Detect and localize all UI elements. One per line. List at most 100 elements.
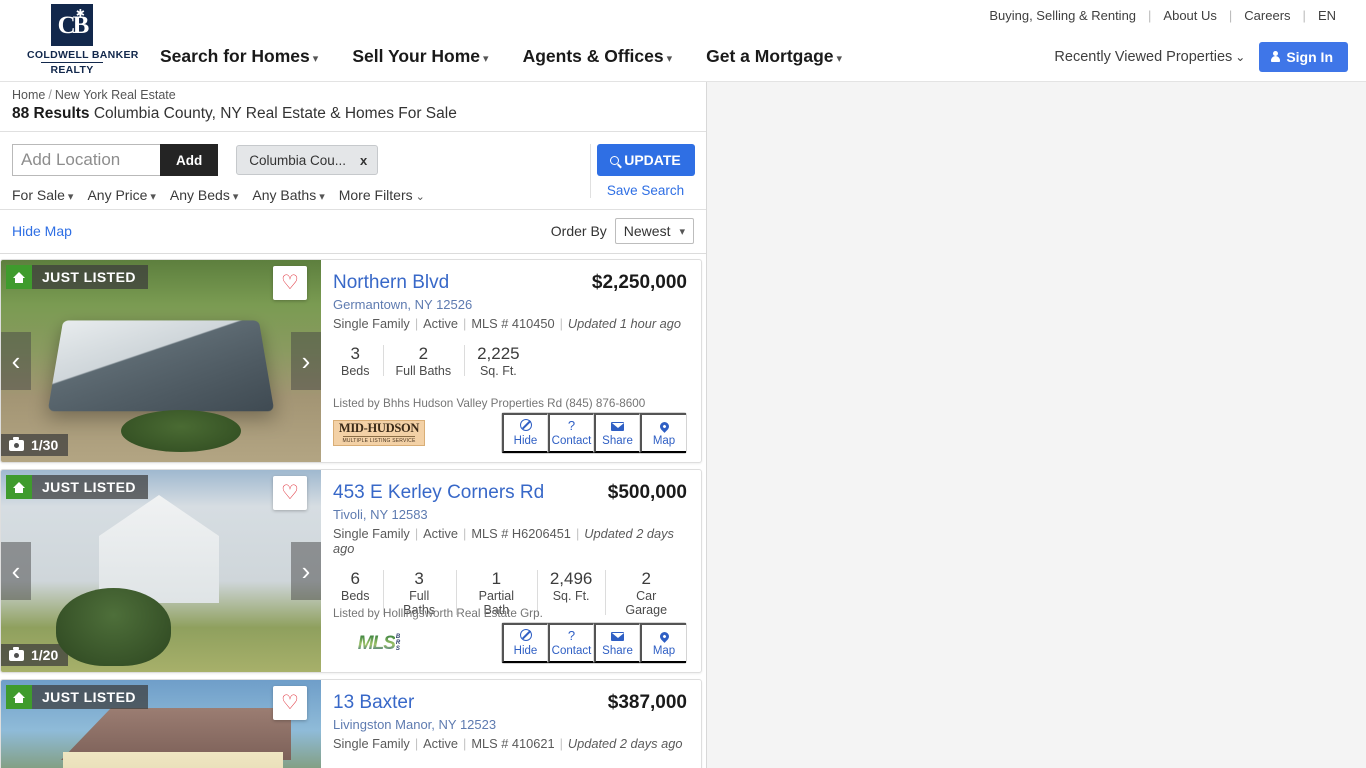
chevron-down-icon: ▾ (836, 53, 843, 65)
listing-address-link[interactable]: Northern Blvd (333, 272, 449, 294)
chevron-double-down-icon: ⌄ (415, 191, 425, 203)
favorite-button[interactable]: ♡ (273, 686, 307, 720)
updated-time: Updated 2 days ago (567, 736, 683, 751)
listing-status: Active (423, 316, 458, 331)
question-mark-icon: ? (567, 418, 576, 434)
listing-card[interactable]: JUST LISTED ♡ 13 Baxter $387,000 Livings… (0, 679, 702, 768)
hide-listing-button[interactable]: Hide (502, 413, 548, 453)
add-location-input[interactable] (12, 144, 160, 176)
mls-logo-primary: MID-HUDSON (338, 421, 420, 436)
spec-item: 2 Car Garage (605, 568, 687, 617)
nav-item-agents-offices[interactable]: Agents & Offices ▾ (523, 46, 673, 67)
utility-link-buying-selling-renting[interactable]: Buying, Selling & Renting (977, 8, 1148, 23)
chevron-down-icon: ▾ (312, 53, 319, 65)
save-search-link[interactable]: Save Search (591, 183, 700, 198)
location-chip-columbia-county[interactable]: Columbia Cou... x (236, 145, 379, 175)
listing-details: 453 E Kerley Corners Rd $500,000 Tivoli,… (321, 470, 701, 672)
listing-card[interactable]: JUST LISTED ♡ ‹ › 1/30 Northern Blvd $2,… (0, 259, 702, 463)
listing-city: Tivoli, NY 12583 (333, 507, 428, 522)
sign-in-button[interactable]: Sign In (1259, 42, 1348, 72)
mls-number: MLS # 410450 (471, 316, 555, 331)
breadcrumb-home[interactable]: Home (12, 88, 45, 102)
favorite-button[interactable]: ♡ (273, 266, 307, 300)
chevron-down-icon: ▾ (483, 53, 489, 65)
nav-item-sell-your-home[interactable]: Sell Your Home ▾ (352, 46, 488, 67)
utility-link-careers[interactable]: Careers (1232, 8, 1302, 23)
just-listed-badge: JUST LISTED (6, 475, 148, 499)
filter-label: Any Price (87, 187, 148, 203)
property-type: Single Family (333, 736, 410, 751)
hide-listing-button[interactable]: Hide (502, 623, 548, 663)
action-label: Share (602, 435, 633, 447)
share-button[interactable]: Share (594, 413, 640, 453)
envelope-icon (596, 628, 639, 645)
listing-photo[interactable]: JUST LISTED ♡ ‹ › 1/20 (1, 470, 321, 672)
recently-viewed-properties-dropdown[interactable]: Recently Viewed Properties ⌄ (1054, 49, 1245, 65)
spec-value: 2 (418, 344, 429, 363)
listing-photo[interactable]: JUST LISTED ♡ ‹ › 1/30 (1, 260, 321, 462)
breadcrumb-current[interactable]: New York Real Estate (55, 88, 176, 102)
filter-any-beds[interactable]: Any Beds ▾ (170, 187, 238, 203)
map-button[interactable]: Map (640, 623, 686, 663)
hide-map-link[interactable]: Hide Map (12, 223, 72, 239)
update-search-zone: UPDATE Save Search (590, 144, 700, 198)
nav-item-get-a-mortgage[interactable]: Get a Mortgage ▾ (706, 46, 842, 67)
language-selector-en[interactable]: EN (1306, 8, 1348, 23)
person-icon (1271, 51, 1281, 63)
badge-label: JUST LISTED (42, 689, 136, 705)
nav-label: Get a Mortgage (706, 46, 834, 66)
breadcrumb-separator: / (48, 88, 52, 102)
map-view[interactable] (707, 82, 1366, 768)
filter-any-price[interactable]: Any Price ▾ (87, 187, 155, 203)
listing-photo[interactable]: JUST LISTED ♡ (1, 680, 321, 768)
listing-address-link[interactable]: 453 E Kerley Corners Rd (333, 482, 544, 504)
action-label: Contact (551, 645, 592, 657)
spec-item: 3 Beds (333, 343, 383, 378)
map-button[interactable]: Map (640, 413, 686, 453)
filter-more-filters[interactable]: More Filters ⌄ (339, 187, 425, 203)
spec-item: 2,225 Sq. Ft. (464, 343, 533, 378)
spec-label: Sq. Ft. (479, 364, 517, 379)
spec-item: 2,496 Sq. Ft. (536, 568, 606, 617)
listing-card[interactable]: JUST LISTED ♡ ‹ › 1/20 453 E Kerley Corn… (0, 469, 702, 673)
photo-next-button[interactable]: › (291, 542, 321, 600)
listing-actions: Hide ? Contact Share Map (501, 412, 687, 454)
order-by-select[interactable]: Newest ▾ (614, 218, 694, 244)
utility-link-about-us[interactable]: About Us (1151, 8, 1228, 23)
listings-list: JUST LISTED ♡ ‹ › 1/30 Northern Blvd $2,… (0, 259, 706, 768)
contact-button[interactable]: ? Contact (548, 413, 594, 453)
filter-for-sale[interactable]: For Sale ▾ (12, 187, 73, 203)
filter-label: More Filters (338, 187, 413, 203)
listing-details: Northern Blvd $2,250,000 Germantown, NY … (321, 260, 701, 462)
filter-any-baths[interactable]: Any Baths ▾ (252, 187, 324, 203)
favorite-button[interactable]: ♡ (273, 476, 307, 510)
nav-item-search-for-homes[interactable]: Search for Homes ▾ (160, 46, 318, 67)
just-listed-badge: JUST LISTED (6, 265, 148, 289)
block-icon (504, 628, 547, 645)
listing-header: 13 Baxter $387,000 (333, 692, 687, 714)
search-controls: Add Columbia Cou... x For Sale▾ Any Pric… (0, 132, 706, 209)
property-type: Single Family (333, 316, 410, 331)
coldwell-banker-logo[interactable]: CB ✱ COLDWELL BANKER REALTY (27, 4, 138, 76)
add-location-button[interactable]: Add (160, 144, 219, 176)
map-pin-icon (642, 628, 686, 645)
order-by-value: Newest (623, 223, 671, 239)
action-label: Contact (551, 435, 592, 447)
filter-label: Any Baths (252, 187, 317, 203)
share-button[interactable]: Share (594, 623, 640, 663)
photo-prev-button[interactable]: ‹ (1, 542, 31, 600)
photo-next-button[interactable]: › (291, 332, 321, 390)
header-secondary-row: Recently Viewed Properties ⌄ Sign In (1054, 42, 1348, 72)
chevron-down-icon: ▾ (67, 191, 74, 203)
map-pin-icon (642, 418, 686, 435)
listing-status: Active (423, 736, 458, 751)
spec-value: 6 (350, 569, 360, 588)
listing-address-link[interactable]: 13 Baxter (333, 692, 414, 714)
home-icon (6, 475, 32, 499)
photo-prev-button[interactable]: ‹ (1, 332, 31, 390)
contact-button[interactable]: ? Contact (548, 623, 594, 663)
mls-logo-secondary: MULTIPLE LISTING SERVICE (342, 435, 416, 444)
spec-value: 1 (491, 569, 502, 588)
update-button[interactable]: UPDATE (596, 144, 695, 176)
chip-remove-icon[interactable]: x (360, 153, 367, 168)
